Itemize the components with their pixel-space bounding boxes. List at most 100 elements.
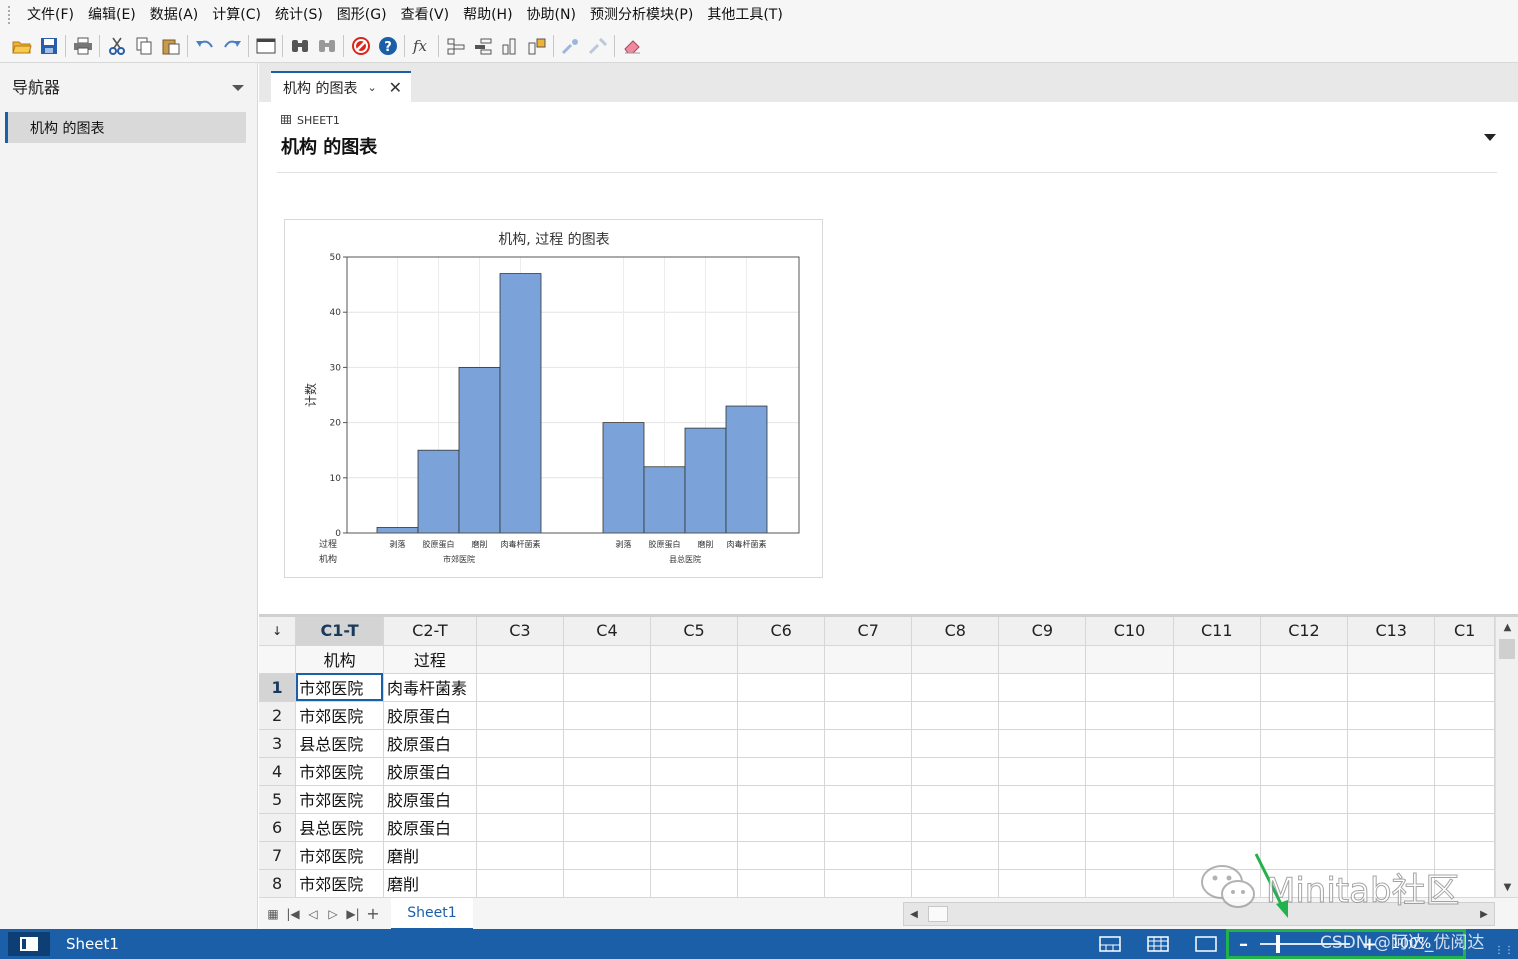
column-name-cell[interactable] xyxy=(737,645,826,674)
menu-predictive[interactable]: 预测分析模块(P) xyxy=(583,0,700,30)
worksheet-cell[interactable]: 胶原蛋白 xyxy=(383,813,477,842)
row-number[interactable]: 4 xyxy=(259,757,297,786)
worksheet-cell[interactable] xyxy=(998,813,1087,842)
worksheet-cell[interactable] xyxy=(998,841,1087,870)
menu-view[interactable]: 查看(V) xyxy=(394,0,457,30)
row-number[interactable]: 7 xyxy=(259,841,297,870)
row-number[interactable]: 2 xyxy=(259,701,297,730)
worksheet-view-icon[interactable] xyxy=(1146,934,1170,954)
brush-icon[interactable] xyxy=(557,33,584,59)
worksheet-cell[interactable] xyxy=(824,813,913,842)
worksheet-cell[interactable] xyxy=(911,841,1000,870)
scroll-right-icon[interactable]: ▶ xyxy=(1474,909,1494,920)
worksheet-cell[interactable]: 胶原蛋白 xyxy=(383,701,477,730)
menu-edit[interactable]: 编辑(E) xyxy=(81,0,143,30)
worksheet-cell[interactable] xyxy=(1434,813,1495,842)
column-name-cell[interactable] xyxy=(1260,645,1349,674)
row-number[interactable]: 8 xyxy=(259,869,297,897)
open-icon[interactable] xyxy=(8,33,35,59)
worksheet-cell[interactable] xyxy=(1347,813,1436,842)
worksheet-cell[interactable] xyxy=(1260,701,1349,730)
worksheet-cell[interactable] xyxy=(911,813,1000,842)
worksheet-cell[interactable] xyxy=(1347,701,1436,730)
worksheet-cell[interactable]: 市郊医院 xyxy=(295,785,384,814)
worksheet-cell[interactable] xyxy=(824,785,913,814)
column-name-cell[interactable] xyxy=(824,645,913,674)
panel-toggle-icon[interactable] xyxy=(8,932,50,956)
worksheet-cell[interactable]: 市郊医院 xyxy=(295,757,384,786)
worksheet-cell[interactable] xyxy=(1260,673,1349,702)
worksheet-cell[interactable] xyxy=(650,841,739,870)
paste-icon[interactable] xyxy=(157,33,184,59)
column-header[interactable]: C9 xyxy=(998,617,1087,646)
zoom-slider[interactable] xyxy=(1260,935,1350,953)
worksheet-cell[interactable] xyxy=(1434,841,1495,870)
vertical-scrollbar[interactable]: ▲ ▼ xyxy=(1495,617,1518,897)
worksheet-cell[interactable] xyxy=(1085,701,1174,730)
worksheet-cell[interactable] xyxy=(911,757,1000,786)
undo-icon[interactable] xyxy=(191,33,218,59)
zoom-out-button[interactable]: – xyxy=(1239,934,1248,955)
row-number[interactable]: 3 xyxy=(259,729,297,758)
worksheet-cell[interactable] xyxy=(563,729,652,758)
worksheet-cell[interactable] xyxy=(1173,701,1261,730)
worksheet-cell[interactable] xyxy=(824,673,913,702)
column-header[interactable]: C10 xyxy=(1085,617,1174,646)
split-view-icon[interactable] xyxy=(1098,934,1122,954)
output-options-caret-icon[interactable] xyxy=(1484,130,1496,146)
worksheet-cell[interactable]: 县总医院 xyxy=(295,729,384,758)
tab-graph[interactable]: 机构 的图表 ⌄ ✕ xyxy=(271,71,411,102)
worksheet-cell[interactable] xyxy=(1347,673,1436,702)
menu-tools[interactable]: 其他工具(T) xyxy=(700,0,789,30)
worksheet-cell[interactable] xyxy=(1260,813,1349,842)
column-header[interactable]: C12 xyxy=(1260,617,1349,646)
eraser-icon[interactable] xyxy=(618,33,645,59)
worksheet-cell[interactable] xyxy=(1260,869,1349,897)
worksheet-cell[interactable]: 胶原蛋白 xyxy=(383,785,477,814)
column-header[interactable]: C4 xyxy=(563,617,652,646)
column-header[interactable]: C5 xyxy=(650,617,739,646)
worksheet-cell[interactable] xyxy=(1085,869,1174,897)
worksheet-cell[interactable] xyxy=(1085,785,1174,814)
worksheet-cell[interactable]: 县总医院 xyxy=(295,813,384,842)
column-header[interactable]: C6 xyxy=(737,617,826,646)
chart-container[interactable]: 机构, 过程 的图表 0 10 20 30 40 50 剥落 胶原蛋白 磨削 肉毒杆菌素 市郊医院… xyxy=(284,219,823,578)
worksheet-cell[interactable] xyxy=(824,869,913,897)
worksheet-cell[interactable] xyxy=(1434,673,1495,702)
column-name-cell[interactable] xyxy=(563,645,652,674)
add-sheet-icon[interactable]: + xyxy=(363,904,383,923)
column-header[interactable]: C1 xyxy=(1434,617,1495,646)
worksheet-cell[interactable] xyxy=(1347,869,1436,897)
worksheet-cell[interactable] xyxy=(476,729,564,758)
worksheet-cell[interactable] xyxy=(1347,841,1436,870)
row-number[interactable]: 6 xyxy=(259,813,297,842)
worksheet-cell[interactable] xyxy=(1173,729,1261,758)
worksheet-cell[interactable]: 市郊医院 xyxy=(295,841,384,870)
column-header[interactable]: C11 xyxy=(1173,617,1261,646)
worksheet-cell[interactable]: 磨削 xyxy=(383,841,477,870)
navigator-item-graph[interactable]: 机构 的图表 xyxy=(5,112,246,143)
worksheet-cell[interactable] xyxy=(476,757,564,786)
worksheet-cell[interactable] xyxy=(1173,813,1261,842)
row-number[interactable]: 5 xyxy=(259,785,297,814)
worksheet-cell[interactable] xyxy=(476,841,564,870)
worksheet-cell[interactable] xyxy=(1173,757,1261,786)
worksheet-cell[interactable] xyxy=(650,785,739,814)
worksheet-cell[interactable] xyxy=(650,813,739,842)
worksheet-cell[interactable] xyxy=(1173,785,1261,814)
column-name-cell[interactable] xyxy=(650,645,739,674)
worksheet-cell[interactable] xyxy=(650,729,739,758)
menu-assist[interactable]: 协助(N) xyxy=(520,0,583,30)
worksheet-cell[interactable] xyxy=(1434,785,1495,814)
print-icon[interactable] xyxy=(69,33,96,59)
worksheet-cell[interactable] xyxy=(824,841,913,870)
close-icon[interactable]: ✕ xyxy=(389,78,402,97)
prev-sheet-icon[interactable]: ◁ xyxy=(303,907,323,921)
worksheet-cell[interactable] xyxy=(1260,785,1349,814)
worksheet-cell[interactable] xyxy=(1434,701,1495,730)
worksheet-cell[interactable] xyxy=(824,701,913,730)
worksheet-cell[interactable] xyxy=(998,757,1087,786)
worksheet-cell[interactable] xyxy=(563,673,652,702)
worksheet-cell[interactable] xyxy=(650,757,739,786)
first-sheet-icon[interactable]: |◀ xyxy=(283,907,303,921)
